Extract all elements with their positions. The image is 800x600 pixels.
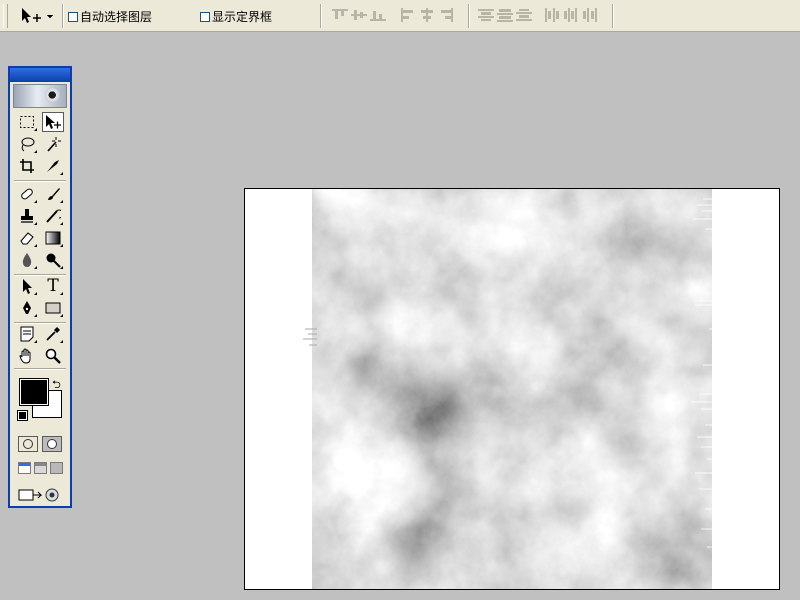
type-tool[interactable]: T bbox=[42, 276, 64, 296]
options-bar-grip[interactable] bbox=[3, 4, 8, 28]
checkbox-box[interactable] bbox=[200, 12, 210, 22]
distribute-buttons-group bbox=[478, 8, 598, 22]
show-bounding-box-checkbox[interactable]: 显示定界框 bbox=[200, 9, 272, 25]
separator bbox=[320, 4, 322, 28]
standard-mode-icon bbox=[23, 439, 33, 449]
brush-tool[interactable] bbox=[42, 184, 64, 204]
separator bbox=[468, 4, 470, 28]
edge-streaks bbox=[691, 198, 713, 548]
distribute-top-button[interactable] bbox=[478, 8, 494, 22]
full-screen-mode-button[interactable] bbox=[50, 462, 63, 474]
left-edge-streaks bbox=[303, 328, 317, 346]
distribute-right-button[interactable] bbox=[582, 8, 598, 22]
align-right-edges-button[interactable] bbox=[438, 8, 454, 22]
distribute-left-button[interactable] bbox=[544, 8, 560, 22]
align-left-edges-button[interactable] bbox=[400, 8, 416, 22]
distribute-hcenter-button[interactable] bbox=[563, 8, 579, 22]
divider bbox=[14, 368, 66, 370]
eraser-tool[interactable] bbox=[16, 228, 38, 248]
gradient-tool[interactable] bbox=[42, 228, 64, 248]
pen-tool[interactable] bbox=[16, 298, 38, 318]
blur-tool[interactable] bbox=[16, 250, 38, 270]
toolbox-panel: T ⮌ bbox=[8, 66, 72, 508]
standard-screen-mode-button[interactable] bbox=[18, 462, 31, 474]
crop-icon bbox=[20, 159, 34, 173]
default-colors-icon[interactable] bbox=[17, 410, 28, 421]
quick-mask-mode-button[interactable] bbox=[42, 436, 62, 452]
photoshop-logo[interactable] bbox=[13, 84, 67, 108]
distribute-bottom-button[interactable] bbox=[516, 8, 532, 22]
toolbox-title-bar[interactable] bbox=[10, 68, 70, 82]
foreground-color-swatch[interactable] bbox=[19, 378, 49, 406]
zoom-tool[interactable] bbox=[42, 346, 64, 366]
rectangular-marquee-tool[interactable] bbox=[16, 112, 38, 132]
magic-wand-tool[interactable] bbox=[42, 134, 64, 154]
auto-select-layer-checkbox[interactable]: 自动选择图层 bbox=[68, 9, 152, 25]
hand-icon bbox=[19, 348, 31, 364]
show-bounding-box-label: 显示定界框 bbox=[212, 10, 273, 24]
dodge-tool[interactable] bbox=[42, 250, 64, 270]
rectangle-shape-tool[interactable] bbox=[42, 298, 64, 318]
magic-wand-icon bbox=[47, 137, 61, 152]
gradient-icon bbox=[45, 231, 61, 245]
move-tool[interactable] bbox=[42, 112, 64, 132]
divider bbox=[14, 180, 66, 182]
options-bar: 自动选择图层 显示定界框 bbox=[0, 0, 800, 32]
slice-tool[interactable] bbox=[42, 156, 64, 176]
eye-logo-icon bbox=[45, 87, 61, 103]
hand-tool[interactable] bbox=[16, 346, 38, 366]
eyedropper-tool[interactable] bbox=[42, 324, 64, 344]
separator bbox=[62, 4, 64, 28]
auto-select-layer-label: 自动选择图层 bbox=[80, 10, 153, 24]
crop-tool[interactable] bbox=[16, 156, 38, 176]
quick-mask-icon bbox=[47, 439, 57, 449]
healing-brush-tool[interactable] bbox=[16, 184, 38, 204]
swap-colors-icon[interactable]: ⮌ bbox=[52, 376, 61, 395]
history-brush-tool[interactable] bbox=[42, 206, 64, 226]
align-horizontal-centers-button[interactable] bbox=[419, 8, 435, 22]
checkbox-box[interactable] bbox=[68, 12, 78, 22]
standard-mode-button[interactable] bbox=[18, 436, 38, 452]
align-buttons-group bbox=[332, 8, 454, 22]
distribute-vcenter-button[interactable] bbox=[497, 8, 513, 22]
full-screen-menu-mode-button[interactable] bbox=[34, 462, 47, 474]
clouds-render-image bbox=[312, 189, 712, 589]
clone-stamp-tool[interactable] bbox=[16, 206, 38, 226]
path-selection-tool[interactable] bbox=[16, 276, 38, 296]
jump-to-imageready-button[interactable] bbox=[18, 486, 59, 504]
move-tool-icon bbox=[22, 8, 54, 23]
tool-preset-picker[interactable] bbox=[16, 6, 58, 26]
align-bottom-edges-button[interactable] bbox=[370, 8, 386, 22]
document-canvas[interactable] bbox=[244, 188, 780, 590]
align-top-edges-button[interactable] bbox=[332, 8, 348, 22]
move-arrow-icon bbox=[46, 115, 61, 129]
marquee-icon bbox=[20, 116, 34, 128]
separator bbox=[612, 4, 614, 28]
rectangle-shape-icon bbox=[45, 302, 61, 314]
notes-tool[interactable] bbox=[16, 324, 38, 344]
lasso-tool[interactable] bbox=[16, 134, 38, 154]
magnifier-icon bbox=[45, 348, 61, 364]
imageready-icon bbox=[18, 488, 59, 502]
align-vertical-centers-button[interactable] bbox=[351, 8, 367, 22]
